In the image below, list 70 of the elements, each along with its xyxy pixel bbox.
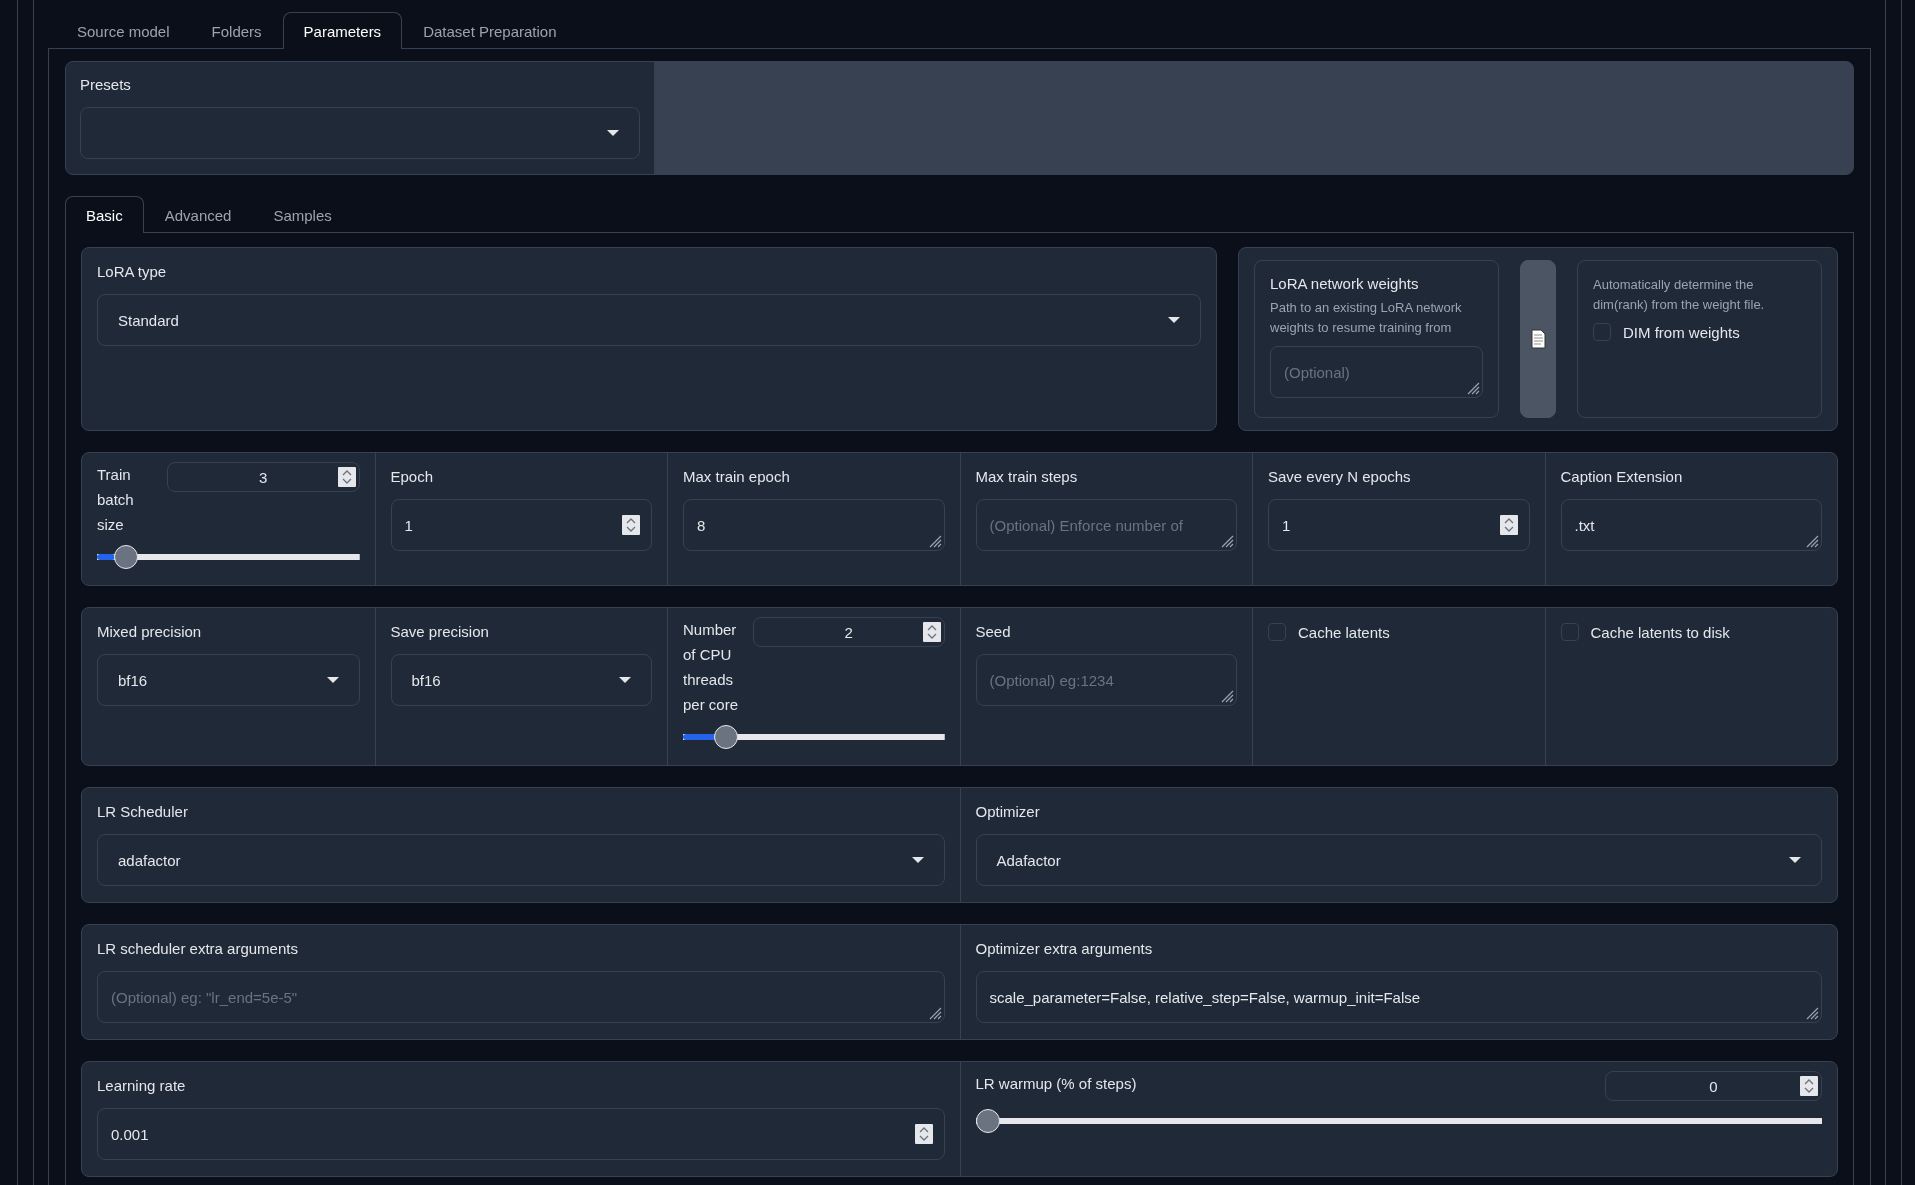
resize-grip-icon (928, 1007, 942, 1020)
field-label: LoRA network weights (1270, 275, 1420, 292)
field-label: Train batch size (97, 465, 135, 535)
resize-grip-icon (1221, 535, 1234, 548)
field-label: Save precision (390, 623, 490, 640)
text-field[interactable]: (Optional) eg: "lr_end=5e-5" (97, 971, 945, 1023)
field-description: Path to an existing LoRA network weights to resume training from (1270, 299, 1463, 337)
caret-icon (326, 677, 339, 683)
tab[interactable]: Dataset Preparation (402, 12, 578, 49)
caret-icon (911, 857, 924, 863)
tab[interactable]: Source model (56, 12, 191, 49)
text-field[interactable]: (Optional) Enforce number of (975, 499, 1237, 551)
tab[interactable]: Advanced (143, 196, 253, 233)
field-label: Save every N epochs (1268, 468, 1412, 485)
field-label: Epoch (390, 468, 435, 485)
checkbox-label: Cache latents (1298, 623, 1390, 641)
checkbox-label: Cache latents to disk (1590, 623, 1730, 641)
dropdown[interactable]: Adafactor (975, 834, 1822, 886)
number-field[interactable]: 1 (390, 499, 652, 551)
checkbox[interactable] (1268, 623, 1286, 641)
caret-icon (1168, 317, 1180, 323)
field-label: Max train steps (975, 468, 1079, 485)
slider-thumb[interactable] (713, 725, 738, 749)
caret-icon (607, 130, 619, 136)
resize-grip-icon (928, 535, 942, 548)
file-button[interactable] (1520, 260, 1556, 418)
dropdown[interactable]: Standard (97, 294, 1201, 346)
caret-icon (619, 677, 631, 683)
resize-grip-icon (1806, 535, 1819, 548)
number-field[interactable]: 0.001 (97, 1108, 945, 1160)
field-label: LR warmup (% of steps) (975, 1074, 1138, 1094)
number-field[interactable]: 2 (753, 617, 945, 647)
number-field[interactable]: 1 (1268, 499, 1530, 551)
dropdown[interactable]: adafactor (97, 834, 945, 886)
field-label: Learning rate (97, 1077, 187, 1094)
field-label: Optimizer extra arguments (975, 940, 1154, 957)
field-label: LoRA type (97, 263, 168, 280)
slider-thumb[interactable] (113, 545, 138, 569)
caret-icon (1789, 857, 1801, 863)
field-description: Automatically determine the dim(rank) from the weight file. (1593, 276, 1766, 314)
field-label: LR scheduler extra arguments (97, 940, 299, 957)
slider-thumb[interactable] (975, 1109, 1000, 1133)
text-field[interactable]: (Optional) (1270, 346, 1483, 398)
tab[interactable]: Parameters (282, 12, 403, 49)
text-field[interactable]: .txt (1560, 499, 1822, 551)
field-label: Presets (80, 76, 132, 93)
document-icon (1530, 329, 1546, 349)
field-label: Max train epoch (683, 468, 791, 485)
field-label: Caption Extension (1560, 468, 1684, 485)
resize-grip-icon (1221, 690, 1234, 703)
text-field[interactable]: 8 (683, 499, 945, 551)
dropdown[interactable]: bf16 (390, 654, 652, 706)
resize-grip-icon (1467, 382, 1480, 395)
tab[interactable]: Folders (190, 12, 283, 49)
resize-grip-icon (1806, 1007, 1819, 1020)
checkbox[interactable] (1560, 623, 1579, 641)
field-label: Optimizer (975, 803, 1041, 820)
tab[interactable]: Basic (65, 196, 144, 233)
dropdown[interactable]: bf16 (97, 654, 360, 706)
tab[interactable]: Samples (252, 196, 353, 233)
checkbox[interactable] (1593, 323, 1611, 341)
field-label: Seed (975, 623, 1012, 640)
number-field[interactable]: 3 (167, 462, 360, 492)
field-label: Mixed precision (97, 623, 203, 640)
number-field[interactable]: 0 (1605, 1071, 1822, 1101)
text-field[interactable]: (Optional) eg:1234 (975, 654, 1237, 706)
checkbox-label: DIM from weights (1623, 323, 1740, 341)
field-label: LR Scheduler (97, 803, 189, 820)
text-field[interactable]: scale_parameter=False, relative_step=False, warmup_init=False (975, 971, 1822, 1023)
field-label: Number of CPU threads per core (683, 620, 740, 715)
